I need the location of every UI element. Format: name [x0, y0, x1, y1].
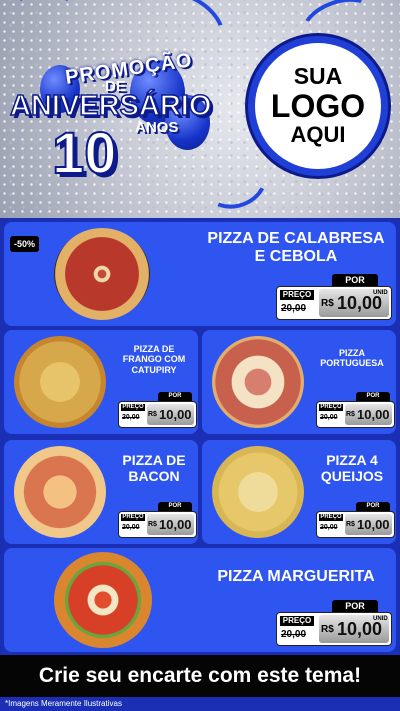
new-price-box: R$ 10,00	[147, 514, 194, 535]
price-tag: POR PREÇO 20,00 R$ 10,00 UNID	[276, 274, 392, 320]
product-card-calabresa[interactable]: -50% PIZZA DE CALABRESA E CEBOLA POR PREÇ…	[4, 222, 396, 326]
por-label: POR	[158, 502, 192, 511]
price-box: PREÇO 20,00 R$ 10,00 UNID	[276, 612, 392, 646]
logo-placeholder: SUA LOGO AQUI	[248, 36, 388, 176]
currency: R$	[321, 298, 334, 309]
product-name: PIZZA MARGUERITA	[217, 568, 375, 585]
header-banner: PROMOÇÃO DE ANIVERSÁRIO ANOS 10 SUA LOGO…	[0, 0, 400, 218]
por-label: POR	[356, 392, 390, 401]
new-price: 10,00	[159, 407, 192, 422]
preco-label: PREÇO	[280, 290, 314, 300]
product-card-frango[interactable]: PIZZA DE FRANGO COM CATUPIRY POR PREÇO 20,…	[4, 330, 198, 434]
promo-title: PROMOÇÃO	[64, 49, 194, 89]
preco-label: PREÇO	[121, 514, 145, 521]
price-tag: POR PREÇO 20,00 R$ 10,00	[118, 392, 197, 428]
new-price-box: R$ 10,00	[345, 404, 392, 425]
price-box: PREÇO 20,00 R$ 10,00	[118, 511, 197, 538]
pizza-image	[212, 336, 304, 428]
logo-line-1: SUA	[293, 63, 343, 89]
new-price-box: R$ 10,00 UNID	[319, 289, 389, 317]
new-price-box: R$ 10,00 UNID	[319, 615, 389, 643]
new-price: 10,00	[159, 517, 192, 532]
currency: R$	[148, 521, 157, 528]
old-price: 20,00	[281, 303, 307, 314]
price-tag: POR PREÇO 20,00 R$ 10,00 UNID	[276, 600, 392, 646]
logo-line-2: LOGO	[270, 88, 366, 124]
promo-number: 10	[51, 120, 118, 187]
product-name: PIZZA DE CALABRESA E CEBOLA	[207, 230, 385, 266]
old-price: 20,00	[320, 524, 338, 531]
price-tag: POR PREÇO 20,00 R$ 10,00	[316, 392, 395, 428]
por-label: POR	[332, 600, 378, 612]
new-price: 10,00	[337, 619, 383, 639]
currency: R$	[148, 411, 157, 418]
old-price: 20,00	[281, 629, 307, 640]
preco-label: PREÇO	[280, 616, 314, 626]
preco-label: PREÇO	[121, 404, 145, 411]
price-box: PREÇO 20,00 R$ 10,00	[316, 401, 395, 428]
product-card-bacon[interactable]: PIZZA DE BACON POR PREÇO 20,00 R$ 10,00	[4, 440, 198, 544]
price-box: PREÇO 20,00 R$ 10,00 UNID	[276, 286, 392, 320]
currency: R$	[321, 624, 334, 635]
new-price: 10,00	[337, 293, 383, 313]
promo-aniversario: ANIVERSÁRIO	[9, 89, 212, 123]
product-card-marguerita[interactable]: PIZZA MARGUERITA POR PREÇO 20,00 R$ 10,0…	[4, 548, 396, 652]
pizza-image	[54, 552, 152, 648]
disclaimer-note: *Imagens Meramente Ilustrativas	[5, 699, 122, 708]
preco-label: PREÇO	[319, 514, 343, 521]
product-name: PIZZA 4 QUEIJOS	[320, 452, 384, 485]
promo-logo: PROMOÇÃO DE ANIVERSÁRIO ANOS 10	[9, 38, 240, 208]
old-price: 20,00	[122, 524, 140, 531]
currency: R$	[346, 411, 355, 418]
price-tag: POR PREÇO 20,00 R$ 10,00	[118, 502, 197, 538]
unit-label: UNID	[373, 290, 388, 296]
product-card-portuguesa[interactable]: PIZZA PORTUGUESA POR PREÇO 20,00 R$ 10,00	[202, 330, 396, 434]
product-name: PIZZA DE BACON	[122, 452, 186, 485]
price-box: PREÇO 20,00 R$ 10,00	[118, 401, 197, 428]
currency: R$	[346, 521, 355, 528]
new-price-box: R$ 10,00	[147, 404, 194, 425]
old-price: 20,00	[320, 414, 338, 421]
pizza-image	[14, 336, 106, 428]
por-label: POR	[356, 502, 390, 511]
por-label: POR	[332, 274, 378, 286]
price-tag: POR PREÇO 20,00 R$ 10,00	[316, 502, 395, 538]
pizza-image	[212, 446, 304, 538]
cta-banner[interactable]: Crie seu encarte com este tema!	[0, 655, 400, 697]
unit-label: UNID	[373, 616, 388, 622]
new-price: 10,00	[357, 517, 390, 532]
logo-line-3: AQUI	[290, 122, 346, 147]
promo-anos: ANOS	[135, 119, 179, 136]
product-name: PIZZA PORTUGUESA	[320, 348, 384, 369]
new-price: 10,00	[357, 407, 390, 422]
product-name: PIZZA DE FRANGO COM CATUPIRY	[122, 344, 186, 375]
old-price: 20,00	[122, 414, 140, 421]
pizza-image	[54, 228, 150, 320]
new-price-box: R$ 10,00	[345, 514, 392, 535]
preco-label: PREÇO	[319, 404, 343, 411]
pizza-image	[14, 446, 106, 538]
por-label: POR	[158, 392, 192, 401]
price-box: PREÇO 20,00 R$ 10,00	[316, 511, 395, 538]
discount-badge: -50%	[10, 236, 40, 252]
product-card-4-queijos[interactable]: PIZZA 4 QUEIJOS POR PREÇO 20,00 R$ 10,00	[202, 440, 396, 544]
